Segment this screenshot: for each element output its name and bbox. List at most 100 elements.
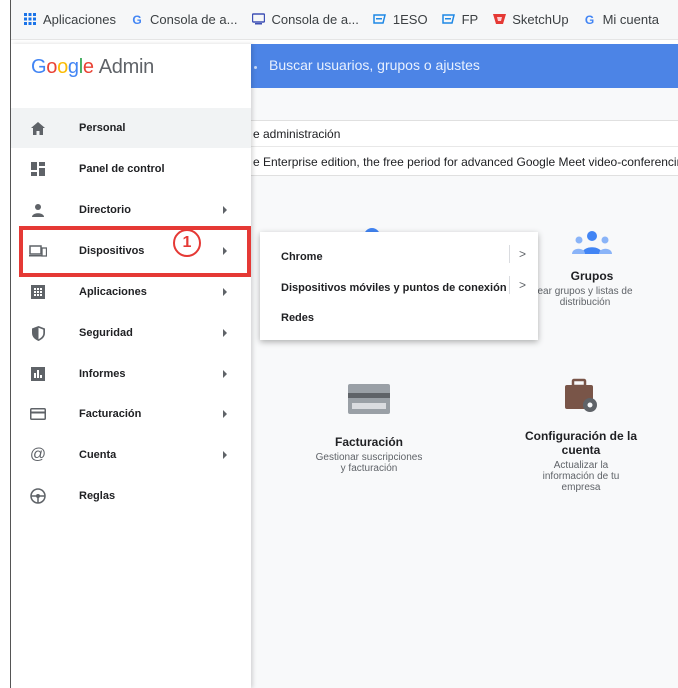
billing-icon <box>29 405 47 423</box>
card-desc-line: distribución <box>559 297 611 308</box>
sidebar-item-label: Informes <box>79 368 126 380</box>
submenu-item-redes[interactable]: Redes <box>260 296 538 328</box>
bookmarks-bar: Aplicaciones G Consola de a... Consola d… <box>11 0 678 40</box>
person-icon <box>29 201 47 219</box>
logo-product: Admin <box>98 56 155 78</box>
bookmark-1eso[interactable]: 1ESO <box>373 12 428 27</box>
search-input[interactable]: Buscar usuarios, grupos o ajustes <box>269 57 480 73</box>
dispositivos-submenu: Chrome > Dispositivos móviles y puntos d… <box>260 232 538 340</box>
shield-icon <box>29 324 47 342</box>
sidebar-item-personal[interactable]: Personal <box>11 108 251 148</box>
sidebar-item-seguridad[interactable]: Seguridad <box>11 313 251 353</box>
admin-header: Buscar usuarios, grupos o ajustes <box>251 44 678 88</box>
sidebar-item-directorio[interactable]: Directorio <box>11 190 251 230</box>
sidebar-item-label: Aplicaciones <box>79 286 147 298</box>
submenu-divider <box>509 245 510 263</box>
dashboard-icon <box>29 160 47 178</box>
bookmark-aplicaciones[interactable]: Aplicaciones <box>23 12 116 27</box>
bookmark-label: Consola de a... <box>150 12 238 27</box>
bookmark-label: SketchUp <box>512 12 569 27</box>
bookmark-consola-2[interactable]: Consola de a... <box>251 12 359 27</box>
submenu-divider <box>509 276 510 294</box>
sidebar-item-label: Facturación <box>79 408 142 420</box>
sidebar-item-panel-de-control[interactable]: Panel de control <box>11 149 251 189</box>
card-desc-line: Actualizar la <box>553 460 609 471</box>
submenu-item-label: Redes <box>281 312 315 324</box>
sidebar: Google Admin Personal Panel de control Di… <box>11 44 251 688</box>
submenu-item-label: Dispositivos móviles y puntos de conexió… <box>281 282 507 294</box>
sketchup-icon <box>492 13 506 27</box>
sidebar-item-facturacion[interactable]: Facturación <box>11 394 251 434</box>
card-desc-line: información de tu <box>542 471 620 482</box>
card-description: ear grupos y listas de distribución <box>523 286 647 308</box>
caret-right-icon <box>223 451 227 459</box>
rules-icon <box>29 487 47 505</box>
card-title-line: cuenta <box>561 443 601 457</box>
card-desc-line: empresa <box>561 482 601 493</box>
card-title: Grupos <box>570 269 614 283</box>
card-desc-line: ear grupos y listas de <box>537 286 633 297</box>
caret-right-icon <box>223 288 227 296</box>
card-title-line: Configuración de la <box>524 429 637 443</box>
apps-grid-icon <box>23 12 37 27</box>
sidebar-item-aplicaciones[interactable]: Aplicaciones <box>11 272 251 312</box>
notice-text: e Enterprise edition, the free period fo… <box>253 155 678 169</box>
main-content: e administración e Enterprise edition, t… <box>251 88 678 688</box>
briefcase-gear-icon <box>565 378 597 412</box>
card-configuracion[interactable]: Configuración de la cuenta Actualizar la… <box>519 378 643 493</box>
google-g-icon: G <box>584 12 595 27</box>
caret-right-icon <box>223 329 227 337</box>
console-icon <box>251 12 266 27</box>
classroom-icon <box>373 13 387 27</box>
card-desc-line: Gestionar suscripciones <box>315 452 423 463</box>
card-facturacion[interactable]: Facturación Gestionar suscripciones y fa… <box>309 384 429 474</box>
submenu-item-dispositivos-moviles[interactable]: Dispositivos móviles y puntos de conexió… <box>260 264 538 296</box>
submenu-item-label: Chrome <box>281 251 323 263</box>
bookmark-label: Mi cuenta <box>602 12 659 27</box>
admin-title-strip: e administración <box>251 120 678 146</box>
bookmark-mi-cuenta[interactable]: G Mi cuenta <box>583 12 659 27</box>
google-admin-logo[interactable]: Google Admin <box>31 56 154 79</box>
at-icon: @ <box>29 446 47 463</box>
bookmark-fp[interactable]: FP <box>442 12 479 27</box>
admin-title: e administración <box>253 127 341 141</box>
header-dot <box>254 66 257 69</box>
sidebar-item-label: Cuenta <box>79 449 117 461</box>
home-icon <box>29 119 47 137</box>
sidebar-item-cuenta[interactable]: @ Cuenta <box>11 435 251 475</box>
highlight-box <box>19 226 251 277</box>
browser-frame: Aplicaciones G Consola de a... Consola d… <box>10 0 678 688</box>
caret-right-icon <box>223 370 227 378</box>
card-description: Gestionar suscripciones y facturación <box>309 452 429 474</box>
apps-icon <box>29 283 47 301</box>
card-grupos[interactable]: Grupos ear grupos y listas de distribuci… <box>537 230 647 308</box>
submenu-item-chrome[interactable]: Chrome > <box>260 232 538 264</box>
sidebar-item-label: Seguridad <box>79 327 133 339</box>
bookmark-consola-1[interactable]: G Consola de a... <box>130 12 237 27</box>
caret-right-icon <box>223 206 227 214</box>
notice-banner: e Enterprise edition, the free period fo… <box>251 146 678 176</box>
sidebar-item-label: Panel de control <box>79 163 165 175</box>
card-desc-line: y facturación <box>340 463 398 474</box>
reports-icon <box>29 365 47 383</box>
chevron-right-icon: > <box>519 247 527 261</box>
bookmark-label: Aplicaciones <box>43 12 116 27</box>
classroom-icon <box>442 13 456 27</box>
caret-right-icon <box>223 410 227 418</box>
sidebar-item-label: Personal <box>79 122 126 134</box>
bookmark-label: 1ESO <box>392 12 428 27</box>
google-g-icon: G <box>132 12 142 27</box>
bookmark-sketchup[interactable]: SketchUp <box>492 12 569 27</box>
bookmark-label: FP <box>461 12 479 27</box>
credit-card-icon <box>348 384 390 414</box>
card-title: Configuración de la cuenta <box>519 429 643 457</box>
bookmark-label: Consola de a... <box>271 12 359 27</box>
groups-icon <box>572 231 612 254</box>
sidebar-item-informes[interactable]: Informes <box>11 354 251 394</box>
sidebar-item-reglas[interactable]: Reglas <box>11 476 251 516</box>
chevron-right-icon: > <box>519 278 527 292</box>
sidebar-item-label: Reglas <box>79 490 116 502</box>
sidebar-item-label: Directorio <box>79 204 131 216</box>
step-badge: 1 <box>173 229 201 257</box>
card-title: Facturación <box>334 435 403 449</box>
